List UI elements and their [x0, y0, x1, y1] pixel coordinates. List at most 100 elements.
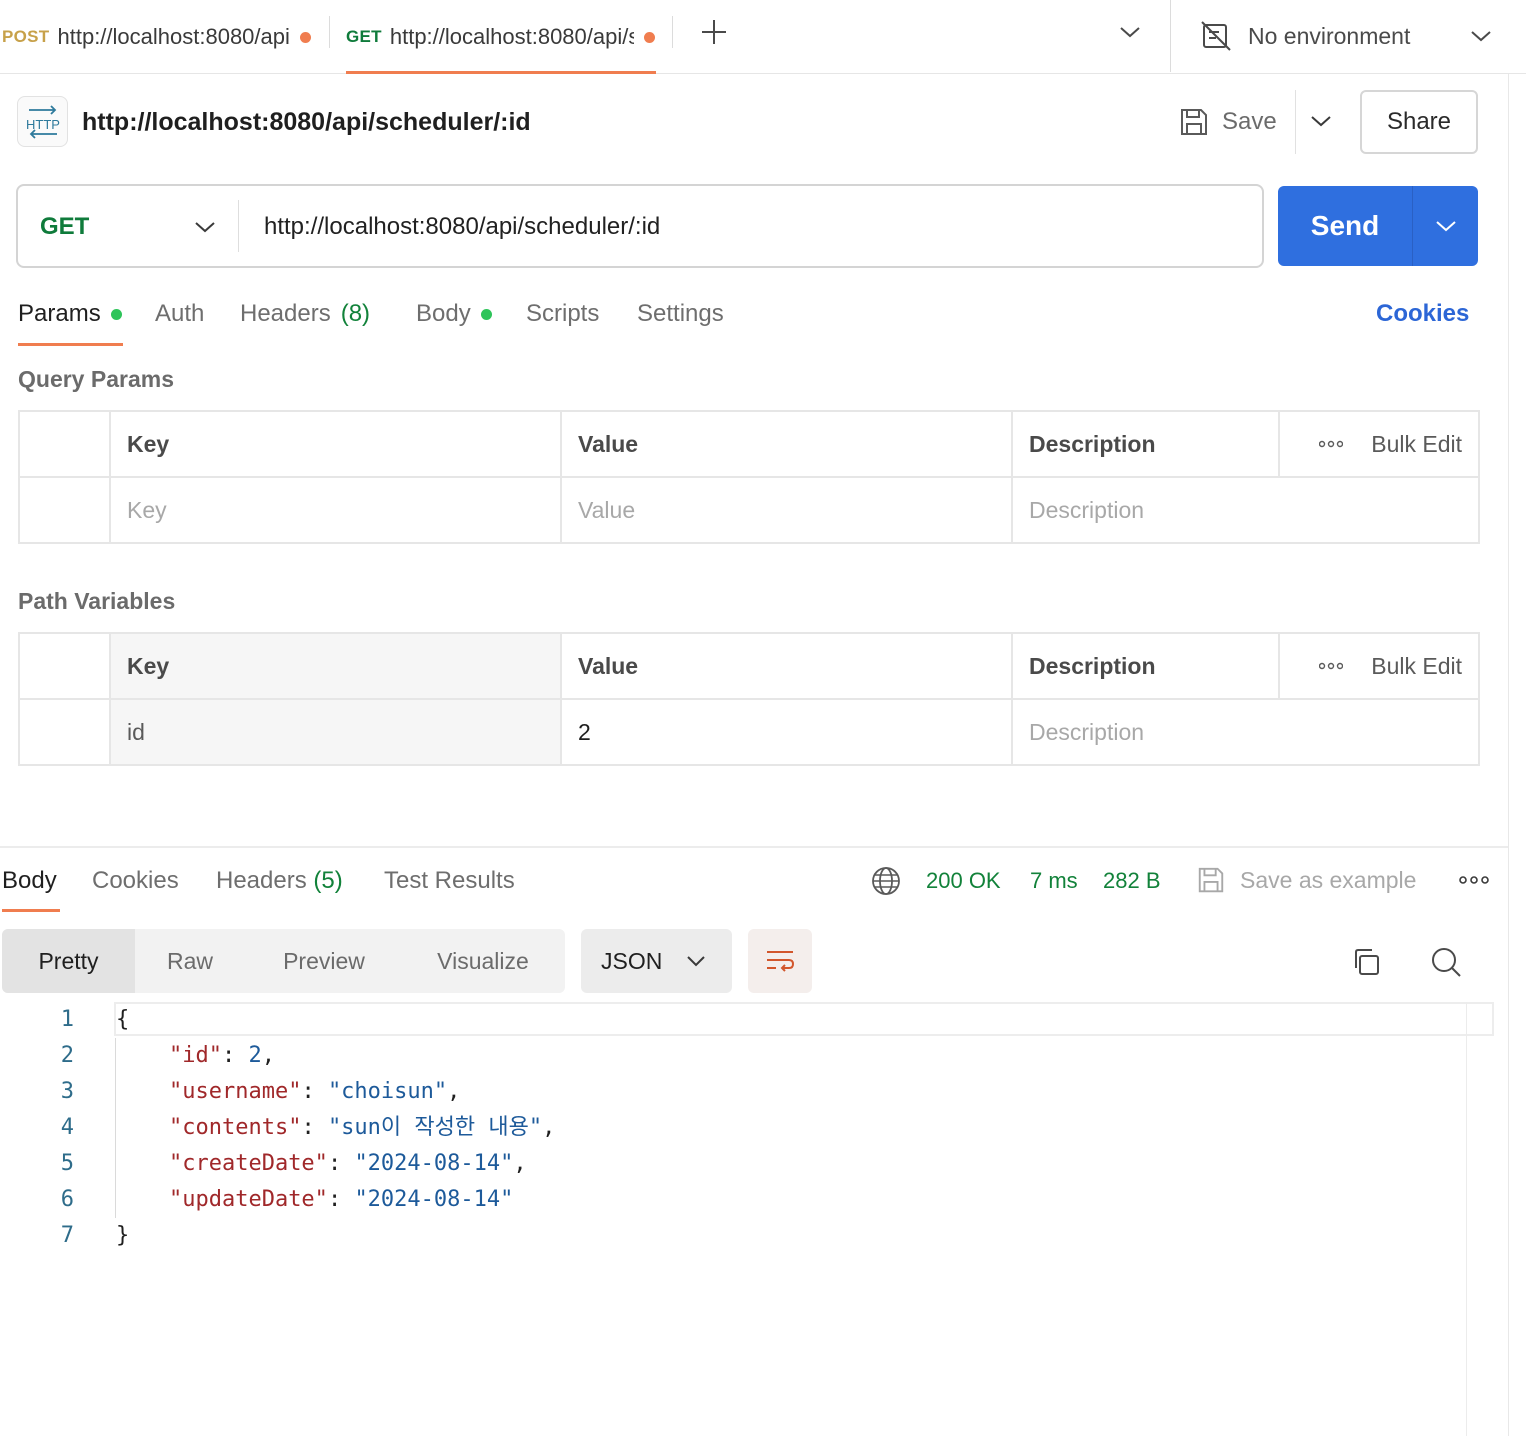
json-comma: ,	[513, 1151, 527, 1176]
right-panel-border	[1508, 74, 1509, 1436]
save-options-chevron-down-icon[interactable]	[1306, 106, 1336, 136]
globe-icon[interactable]	[866, 861, 906, 901]
tab-url: http://localhost:8080/api/scheduler	[57, 24, 290, 49]
path-variable-key: id	[109, 698, 562, 766]
tab-body[interactable]: Body	[416, 298, 492, 330]
active-tab-indicator	[346, 71, 656, 74]
response-tab-cookies[interactable]: Cookies	[92, 864, 179, 898]
view-pretty[interactable]: Pretty	[2, 929, 135, 993]
editor-ruler	[1466, 1002, 1467, 1436]
environment-selector[interactable]: No environment	[1200, 16, 1500, 56]
chevron-down-icon	[686, 955, 706, 967]
bulk-edit-button[interactable]: Bulk Edit	[1371, 431, 1462, 458]
format-select[interactable]: JSON	[581, 929, 732, 993]
response-tab-body[interactable]: Body	[2, 864, 57, 898]
response-time[interactable]: 7 ms	[1030, 866, 1078, 896]
tab-method: POST	[2, 27, 50, 46]
save-button[interactable]: Save	[1178, 90, 1277, 154]
value-column-header: Value	[560, 632, 1013, 700]
send-button[interactable]: Send	[1278, 186, 1412, 266]
more-options-icon[interactable]	[1319, 662, 1344, 670]
path-variables-title: Path Variables	[18, 588, 176, 614]
response-size[interactable]: 282 B	[1103, 866, 1161, 896]
share-button[interactable]: Share	[1360, 90, 1478, 154]
save-label: Save	[1222, 108, 1277, 135]
tab-headers[interactable]: Headers (8)	[240, 298, 370, 330]
active-response-tab-indicator	[2, 909, 60, 912]
method-label: GET	[40, 213, 90, 240]
tab-label: Params	[18, 300, 101, 327]
json-value: "2024-08-14"	[354, 1187, 514, 1212]
tab-label: Headers	[216, 867, 307, 894]
table-row: Key Value Description	[18, 476, 1480, 544]
row-checkbox-cell	[18, 476, 111, 544]
tab-separator	[329, 16, 330, 48]
line-number: 2	[60, 1043, 74, 1068]
svg-text:HTTP: HTTP	[26, 117, 60, 132]
description-input[interactable]: Description	[1011, 698, 1480, 766]
method-select[interactable]: GET	[40, 206, 216, 248]
unsaved-dot	[643, 31, 655, 43]
active-indicator-dot	[110, 308, 122, 320]
value-input[interactable]: Value	[560, 476, 1013, 544]
new-tab-plus-icon[interactable]	[694, 12, 734, 52]
response-tab-headers[interactable]: Headers (5)	[216, 864, 343, 898]
tabs-overflow-chevron-down-icon[interactable]	[1110, 12, 1150, 52]
key-input[interactable]: Key	[109, 476, 562, 544]
cookies-link[interactable]: Cookies	[1376, 298, 1469, 330]
save-icon	[1178, 106, 1210, 138]
view-preview[interactable]: Preview	[245, 929, 403, 993]
tab-label: Body	[416, 300, 471, 327]
tab-auth[interactable]: Auth	[155, 298, 204, 330]
url-input[interactable]	[264, 206, 1244, 248]
tab-post-scheduler[interactable]: POST http://localhost:8080/api/scheduler	[2, 0, 324, 74]
unsaved-dot	[299, 31, 311, 43]
table-header-row: Key Value Description Bulk Edit	[18, 632, 1480, 700]
json-line: "id": 2,	[168, 1043, 275, 1068]
tab-params[interactable]: Params	[18, 298, 122, 330]
table-row: id 2 Description	[18, 698, 1480, 766]
environment-label: No environment	[1248, 22, 1411, 49]
line-number: 4	[60, 1115, 74, 1140]
path-variable-value-input[interactable]: 2	[560, 698, 1013, 766]
json-key: "updateDate"	[168, 1187, 328, 1212]
view-raw[interactable]: Raw	[135, 929, 245, 993]
wrap-lines-icon[interactable]	[748, 929, 812, 993]
view-visualize[interactable]: Visualize	[403, 929, 563, 993]
json-key: "id"	[168, 1043, 222, 1068]
save-split-divider	[1295, 90, 1296, 154]
tab-settings[interactable]: Settings	[637, 298, 724, 330]
checkbox-column-header	[18, 410, 111, 478]
line-number: 6	[60, 1187, 74, 1212]
row-checkbox-cell	[18, 698, 111, 766]
headers-count: (5)	[313, 867, 343, 894]
save-as-example-button[interactable]: Save as example	[1196, 862, 1416, 898]
send-options-chevron-down-icon[interactable]	[1413, 186, 1478, 266]
bulk-edit-button[interactable]: Bulk Edit	[1371, 653, 1462, 680]
more-options-icon[interactable]	[1319, 440, 1344, 448]
request-title[interactable]: http://localhost:8080/api/scheduler/:id	[82, 104, 531, 140]
line-number: 3	[60, 1079, 74, 1104]
active-request-tab-indicator	[18, 343, 123, 346]
query-params-title: Query Params	[18, 366, 174, 392]
copy-icon[interactable]	[1346, 942, 1386, 982]
status-code[interactable]: 200 OK	[926, 866, 1001, 896]
tab-scripts[interactable]: Scripts	[526, 298, 599, 330]
json-value: "2024-08-14"	[354, 1151, 514, 1176]
json-close-brace: }	[116, 1223, 130, 1248]
current-line-highlight	[114, 1002, 1494, 1036]
value-column-header: Value	[560, 410, 1013, 478]
response-tab-test-results[interactable]: Test Results	[384, 864, 515, 898]
search-icon[interactable]	[1426, 942, 1466, 982]
response-pane-divider[interactable]	[0, 846, 1508, 848]
json-comma: ,	[261, 1043, 275, 1068]
more-options-icon[interactable]	[1454, 860, 1494, 900]
description-input[interactable]: Description	[1011, 476, 1480, 544]
json-value: 2	[248, 1043, 262, 1068]
environment-separator	[1170, 0, 1171, 72]
json-line: "createDate": "2024-08-14",	[168, 1151, 527, 1176]
no-environment-icon	[1200, 20, 1232, 52]
tab-label: Settings	[637, 300, 724, 327]
tab-get-scheduler-id[interactable]: GET http://localhost:8080/api/scheduler/…	[346, 0, 658, 74]
tab-label: Scripts	[526, 300, 600, 327]
